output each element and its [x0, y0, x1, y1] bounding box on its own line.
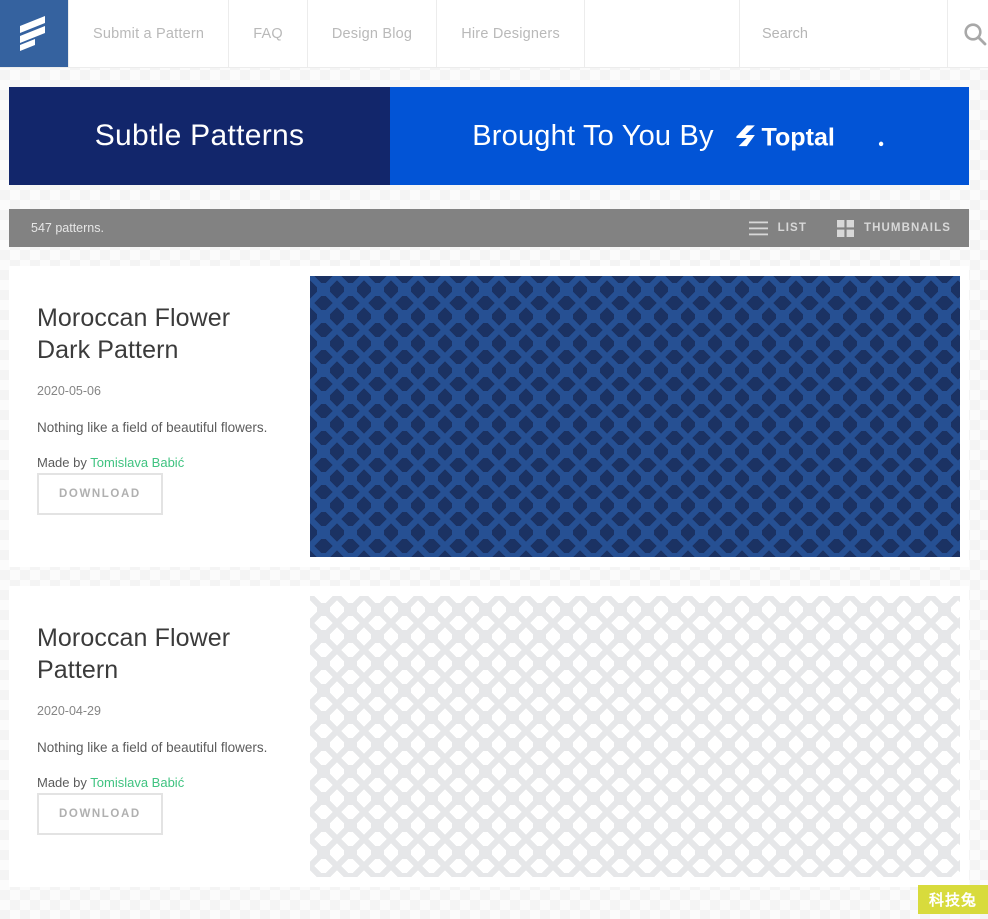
pattern-author-link[interactable]: Tomislava Babić	[90, 455, 184, 470]
pattern-preview-swatch[interactable]	[310, 596, 960, 877]
toptal-logo-icon: Toptal	[736, 123, 884, 151]
pattern-author-link[interactable]: Tomislava Babić	[90, 775, 184, 790]
pattern-list: Moroccan Flower Dark Pattern 2020-05-06 …	[0, 266, 988, 887]
view-toggle-thumbnails[interactable]: THUMBNAILS	[836, 219, 951, 237]
view-toggle-group: LIST THUMBNAILS	[719, 219, 951, 237]
pattern-date: 2020-05-06	[37, 384, 101, 398]
pattern-count-label: 547 patterns.	[31, 221, 104, 235]
pattern-title: Moroccan Flower Dark Pattern	[37, 304, 231, 364]
made-by-label: Made by	[37, 775, 87, 790]
nav-empty-cell	[585, 0, 740, 67]
results-toolbar: 547 patterns. LIST THUMBNAILS	[9, 209, 969, 247]
search-field-wrapper[interactable]	[740, 0, 948, 67]
nav-submit-a-pattern[interactable]: Submit a Pattern	[68, 0, 230, 67]
pattern-author-line: Made by Tomislava Babić	[37, 455, 282, 470]
site-header: Submit a Pattern FAQ Design Blog Hire De…	[0, 0, 988, 68]
nav-label: Hire Designers	[461, 25, 560, 42]
nav-label: FAQ	[253, 25, 283, 42]
logo-stripes-icon	[20, 15, 45, 51]
search-icon	[964, 22, 987, 45]
nav-label: Design Blog	[331, 25, 413, 42]
search-input[interactable]	[760, 24, 947, 43]
pattern-preview-swatch[interactable]	[310, 276, 960, 557]
banner-brand-title: Subtle Patterns	[94, 119, 305, 152]
sponsor-banner: Subtle Patterns Brought To You By Toptal	[9, 87, 969, 185]
pattern-description: Nothing like a field of beautiful flower…	[37, 740, 268, 755]
svg-text:Toptal: Toptal	[761, 123, 834, 151]
nav-hire-designers[interactable]: Hire Designers	[437, 0, 585, 67]
pattern-card: Moroccan Flower Pattern 2020-04-29 Nothi…	[9, 586, 969, 887]
banner-sponsor-panel[interactable]: Brought To You By Toptal	[390, 87, 969, 185]
pattern-card: Moroccan Flower Dark Pattern 2020-05-06 …	[9, 266, 969, 567]
view-toggle-label: THUMBNAILS	[863, 222, 951, 234]
search-button[interactable]	[948, 0, 988, 67]
view-toggle-label: LIST	[777, 222, 807, 234]
banner-sponsor-text: Brought To You By	[472, 119, 714, 152]
nav-design-blog[interactable]: Design Blog	[308, 0, 438, 67]
banner-brand-panel[interactable]: Subtle Patterns	[9, 87, 390, 185]
pattern-info: Moroccan Flower Pattern 2020-04-29 Nothi…	[9, 586, 310, 887]
grid-icon	[836, 219, 854, 237]
view-toggle-list[interactable]: LIST	[748, 221, 807, 236]
made-by-label: Made by	[37, 455, 87, 470]
pattern-title: Moroccan Flower Pattern	[37, 624, 231, 684]
pattern-description: Nothing like a field of beautiful flower…	[37, 420, 268, 435]
watermark-badge: 科技兔	[917, 885, 988, 914]
nav-faq[interactable]: FAQ	[229, 0, 308, 67]
nav-label: Submit a Pattern	[93, 25, 205, 42]
list-icon	[748, 221, 768, 235]
download-button[interactable]: DOWNLOAD	[37, 793, 163, 835]
subtle-patterns-logo[interactable]	[0, 0, 68, 67]
pattern-author-line: Made by Tomislava Babić	[37, 775, 282, 790]
download-button[interactable]: DOWNLOAD	[37, 473, 163, 515]
pattern-date: 2020-04-29	[37, 704, 101, 718]
pattern-info: Moroccan Flower Dark Pattern 2020-05-06 …	[9, 266, 310, 567]
